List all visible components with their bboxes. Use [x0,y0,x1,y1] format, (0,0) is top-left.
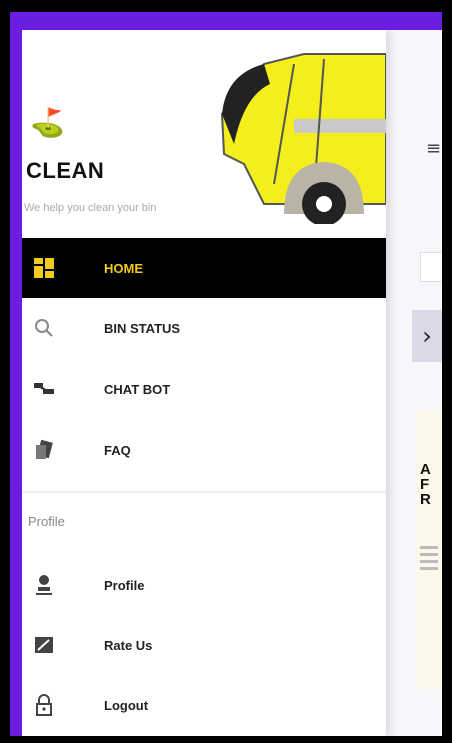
nav-item-label: Rate Us [104,637,153,653]
nav-item-bin-status[interactable]: BIN STATUS [22,298,386,358]
dashboard-icon [32,256,56,280]
nav-item-label: Profile [104,577,145,593]
info-card-partial[interactable]: A F R [416,410,442,690]
nav-item-label: HOME [104,260,143,276]
brand-name: CLEAN [26,158,105,183]
card-title: A F R [420,461,431,508]
nav-item-chat-bot[interactable]: CHAT BOT [22,359,386,419]
nav-item-label: FAQ [104,442,131,458]
nav-item-label: Logout [104,697,149,713]
garbage-truck-icon [220,53,386,224]
person-icon [32,573,56,597]
card-text-lines [420,546,438,574]
chevron-right-icon[interactable]: › [412,310,442,362]
golf-flag-icon: ⛳ [30,106,65,139]
nav-item-logout[interactable]: Logout [22,675,386,735]
lock-icon [32,693,56,717]
nav-item-label: BIN STATUS [104,320,181,336]
app-screen: ≡ › A F R ⛳ CLEAN We help you clean your… [22,30,442,736]
search-field-partial[interactable] [420,252,442,282]
menu-divider [22,491,386,493]
menu-icon[interactable]: ≡ [426,138,441,159]
nav-item-rate-us[interactable]: Rate Us [22,615,386,675]
drawer-header: ⛳ CLEAN We help you clean your bin [22,30,386,235]
navigation-drawer: ⛳ CLEAN We help you clean your bin HOME … [22,30,386,736]
nav-item-profile[interactable]: Profile [22,555,386,615]
rate-icon [32,633,56,657]
main-content-obscured: ≡ › A F R [386,30,442,736]
brand-tagline: We help you clean your bin [24,202,157,214]
nav-item-label: CHAT BOT [104,381,171,397]
nav-item-faq[interactable]: FAQ [22,420,386,480]
chat-bot-icon [32,377,56,401]
faq-icon [32,438,56,462]
nav-item-home[interactable]: HOME [22,238,386,298]
search-icon [32,316,56,340]
section-label-profile: Profile [28,514,65,529]
